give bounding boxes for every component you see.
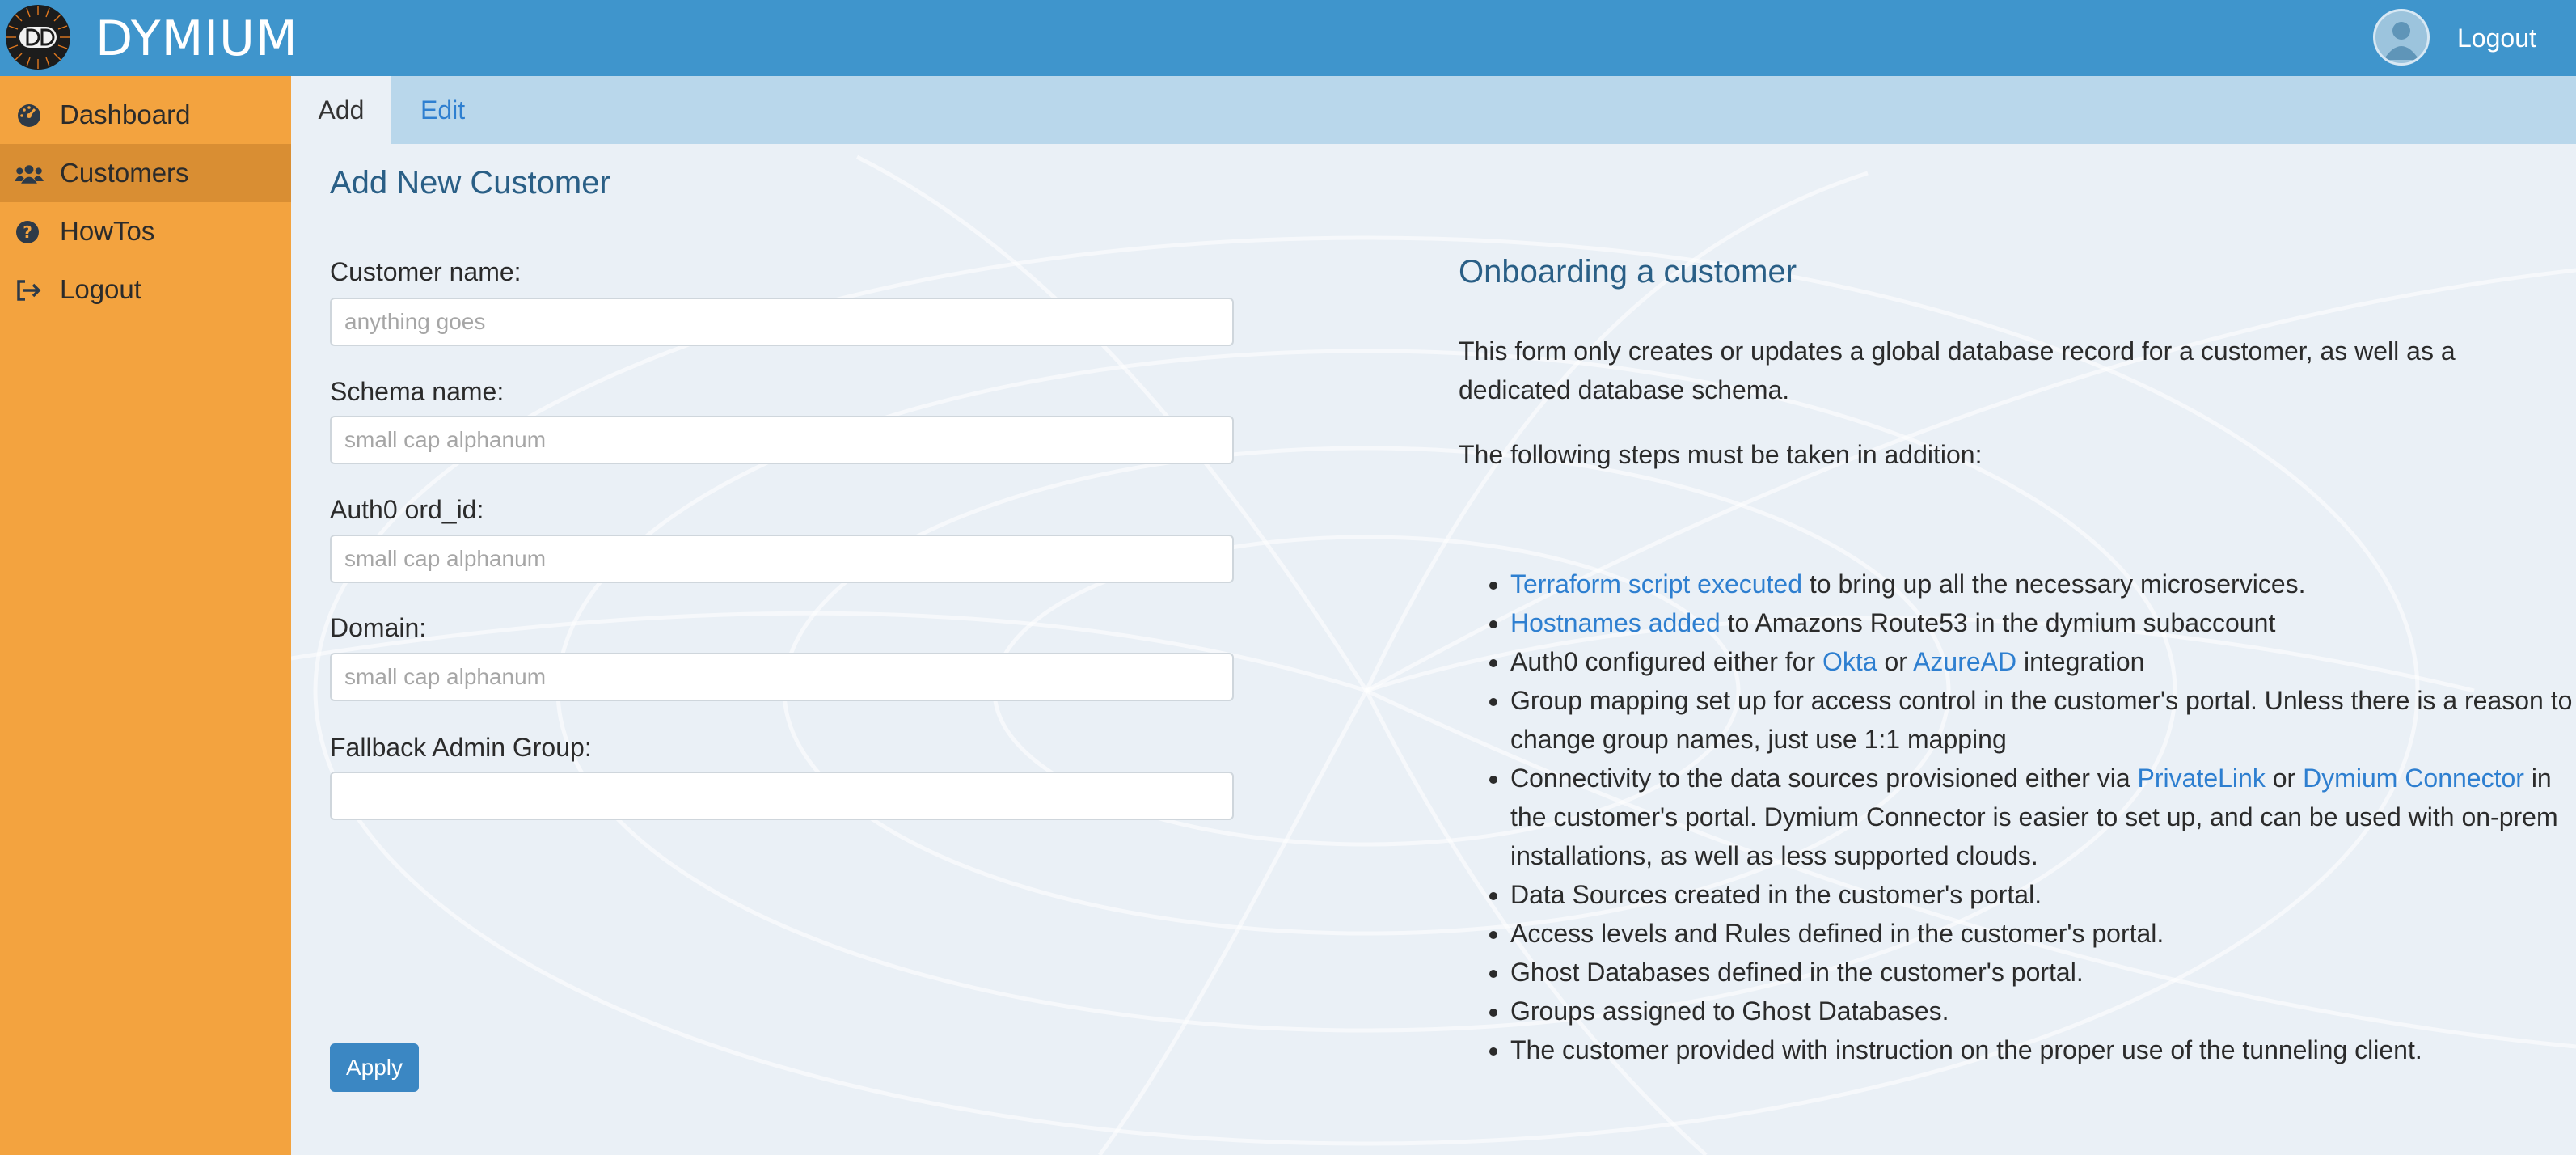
- question-circle-icon: ?: [16, 221, 39, 243]
- fallback-admin-group-label: Fallback Admin Group:: [330, 733, 592, 762]
- sidebar-item-dashboard[interactable]: Dashboard: [0, 86, 291, 144]
- user-avatar-icon[interactable]: [2373, 9, 2430, 66]
- schema-name-input[interactable]: [330, 416, 1234, 464]
- sidebar-item-label: Dashboard: [60, 99, 191, 129]
- privatelink-link[interactable]: PrivateLink: [2138, 764, 2266, 793]
- hostnames-link[interactable]: Hostnames added: [1510, 608, 1721, 637]
- domain-input[interactable]: [330, 653, 1234, 701]
- tab-add[interactable]: Add: [291, 76, 391, 144]
- apply-button[interactable]: Apply: [330, 1043, 419, 1092]
- step-text: Connectivity to the data sources provisi…: [1510, 764, 2138, 793]
- users-icon: [15, 165, 44, 184]
- header-logout-link[interactable]: Logout: [2457, 16, 2536, 60]
- main-content: Add Edit Add New Customer Customer name:…: [291, 76, 2576, 1155]
- info-title: Onboarding a customer: [1459, 254, 1797, 290]
- auth0-org-id-input[interactable]: [330, 535, 1234, 583]
- step-text: to bring up all the necessary microservi…: [1802, 569, 2306, 599]
- sidebar: Dashboard Customers ? HowTos Logout: [0, 76, 291, 1155]
- brand-name: DYMIUM: [95, 11, 298, 67]
- step-text: Auth0 configured either for: [1510, 647, 1823, 676]
- customer-name-input[interactable]: [330, 298, 1234, 346]
- list-item: Group mapping set up for access control …: [1510, 681, 2576, 759]
- sidebar-item-howtos[interactable]: ? HowTos: [0, 202, 291, 260]
- step-text: or: [1877, 647, 1914, 676]
- svg-text:?: ?: [23, 222, 32, 242]
- list-item: Terraform script executed to bring up al…: [1510, 565, 2576, 603]
- list-item: Groups assigned to Ghost Databases.: [1510, 992, 2576, 1030]
- info-paragraph: This form only creates or updates a glob…: [1459, 336, 2456, 404]
- sidebar-item-logout[interactable]: Logout: [0, 260, 291, 319]
- steps-list: Terraform script executed to bring up al…: [1459, 565, 2576, 1069]
- terraform-link[interactable]: Terraform script executed: [1510, 569, 1802, 599]
- okta-link[interactable]: Okta: [1822, 647, 1877, 676]
- sidebar-item-customers[interactable]: Customers: [0, 144, 291, 202]
- dymium-connector-link[interactable]: Dymium Connector: [2303, 764, 2524, 793]
- sign-out-icon: [17, 280, 41, 301]
- tab-edit[interactable]: Edit: [420, 76, 465, 144]
- step-text: integration: [2016, 647, 2145, 676]
- domain-label: Domain:: [330, 613, 427, 642]
- schema-name-label: Schema name:: [330, 377, 505, 406]
- list-item: The customer provided with instruction o…: [1510, 1030, 2576, 1069]
- gauge-icon: [18, 104, 40, 127]
- list-item: Access levels and Rules defined in the c…: [1510, 914, 2576, 953]
- list-item: Hostnames added to Amazons Route53 in th…: [1510, 603, 2576, 642]
- step-text: or: [2265, 764, 2304, 793]
- dymium-logo-icon[interactable]: [5, 4, 71, 70]
- list-item: Data Sources created in the customer's p…: [1510, 875, 2576, 914]
- steps-intro: The following steps must be taken in add…: [1459, 440, 1983, 469]
- sidebar-item-label: HowTos: [60, 216, 155, 246]
- fallback-admin-group-input[interactable]: [330, 772, 1234, 820]
- list-item: Ghost Databases defined in the customer'…: [1510, 953, 2576, 992]
- list-item: Connectivity to the data sources provisi…: [1510, 759, 2576, 875]
- tab-bar: Add Edit: [291, 76, 2576, 144]
- top-header: DYMIUM Logout: [0, 0, 2576, 76]
- sidebar-item-label: Logout: [60, 274, 141, 304]
- azuread-link[interactable]: AzureAD: [1913, 647, 2016, 676]
- list-item: Auth0 configured either for Okta or Azur…: [1510, 642, 2576, 681]
- form-title: Add New Customer: [330, 165, 610, 201]
- auth0-org-id-label: Auth0 ord_id:: [330, 495, 484, 524]
- customer-name-label: Customer name:: [330, 257, 522, 286]
- sidebar-item-label: Customers: [60, 158, 189, 188]
- step-text: to Amazons Route53 in the dymium subacco…: [1720, 608, 2276, 637]
